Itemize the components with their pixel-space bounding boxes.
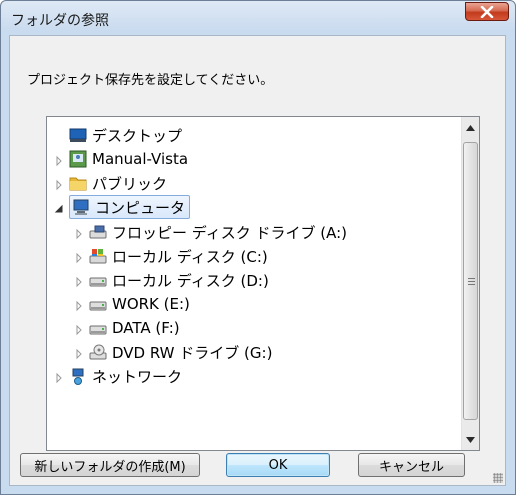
tree-item-label: フロッピー ディスク ドライブ (A:) [112, 223, 348, 242]
tree-expander-empty [53, 129, 65, 141]
dvd-drive-icon [89, 343, 107, 361]
arrow-down-icon [466, 436, 475, 443]
browse-folder-dialog: フォルダの参照 プロジェクト保存先を設定してください。 デスクトップ Manua… [0, 0, 516, 495]
tree-item-label: DATA (F:) [112, 319, 180, 337]
tree-item-work-e[interactable]: WORK (E:) [73, 292, 190, 316]
tree-expander-collapsed[interactable] [73, 298, 85, 312]
tree-item-label: ネットワーク [92, 367, 183, 386]
hard-drive-icon [89, 319, 107, 337]
tree-expander-collapsed[interactable] [73, 346, 85, 360]
user-folder-icon [69, 150, 87, 168]
arrow-up-icon [466, 124, 475, 131]
tree-expander-collapsed[interactable] [73, 226, 85, 240]
tree-item-label: パブリック [92, 174, 168, 193]
scroll-up-button[interactable] [462, 119, 479, 136]
tree-item-label: WORK (E:) [112, 295, 190, 313]
tree-item-network[interactable]: ネットワーク [53, 364, 182, 388]
folder-icon [69, 174, 87, 192]
vertical-scrollbar[interactable] [461, 117, 479, 450]
selected-highlight: コンピュータ [69, 195, 191, 219]
tree-item-desktop[interactable]: デスクトップ [53, 123, 182, 147]
tree-expander-expanded[interactable] [53, 201, 65, 213]
tree-expander-collapsed[interactable] [73, 322, 85, 336]
cancel-button[interactable]: キャンセル [358, 453, 465, 477]
tree-item-local-disk-d[interactable]: ローカル ディスク (D:) [73, 268, 269, 292]
tree-item-label: ローカル ディスク (C:) [112, 247, 268, 266]
instruction-text: プロジェクト保存先を設定してください。 [27, 73, 274, 88]
tree-item-label: デスクトップ [92, 126, 183, 145]
tree-expander-collapsed[interactable] [53, 153, 65, 167]
ok-button[interactable]: OK [226, 453, 330, 477]
tree-item-local-disk-c[interactable]: ローカル ディスク (C:) [73, 244, 268, 268]
tree-item-dvd-drive-g[interactable]: DVD RW ドライブ (G:) [73, 340, 272, 364]
floppy-drive-icon [89, 223, 107, 241]
resize-grip-icon[interactable] [493, 473, 503, 483]
tree-item-manual-vista[interactable]: Manual-Vista [53, 147, 188, 171]
dialog-client-area: プロジェクト保存先を設定してください。 デスクトップ Manual-Vista [9, 35, 506, 486]
tree-expander-collapsed[interactable] [53, 177, 65, 191]
tree-item-floppy-drive[interactable]: フロッピー ディスク ドライブ (A:) [73, 220, 347, 244]
new-folder-button[interactable]: 新しいフォルダの作成(M) [20, 453, 200, 477]
tree-expander-collapsed[interactable] [53, 370, 65, 384]
hard-drive-icon [89, 295, 107, 313]
desktop-icon [69, 126, 87, 144]
network-icon [69, 367, 87, 385]
scroll-down-button[interactable] [462, 431, 479, 448]
tree-expander-collapsed[interactable] [73, 250, 85, 264]
system-drive-icon [89, 247, 107, 265]
tree-item-label: ローカル ディスク (D:) [112, 271, 269, 290]
tree-item-data-f[interactable]: DATA (F:) [73, 316, 180, 340]
window-title: フォルダの参照 [11, 13, 109, 29]
tree-expander-collapsed[interactable] [73, 274, 85, 288]
tree-item-computer[interactable]: コンピュータ [53, 195, 191, 219]
tree-item-public[interactable]: パブリック [53, 171, 167, 195]
tree-item-label: コンピュータ [95, 198, 186, 217]
computer-icon [72, 198, 90, 216]
tree-item-label: DVD RW ドライブ (G:) [112, 343, 273, 362]
title-bar[interactable]: フォルダの参照 [1, 1, 515, 35]
grip-icon [468, 278, 475, 285]
close-button[interactable] [465, 2, 509, 21]
tree-item-label: Manual-Vista [92, 150, 189, 168]
close-icon [480, 6, 494, 18]
scroll-thumb[interactable] [463, 142, 478, 420]
folder-tree[interactable]: デスクトップ Manual-Vista パブリック コンピュータ フロッピー デ… [46, 116, 480, 451]
hard-drive-icon [89, 271, 107, 289]
